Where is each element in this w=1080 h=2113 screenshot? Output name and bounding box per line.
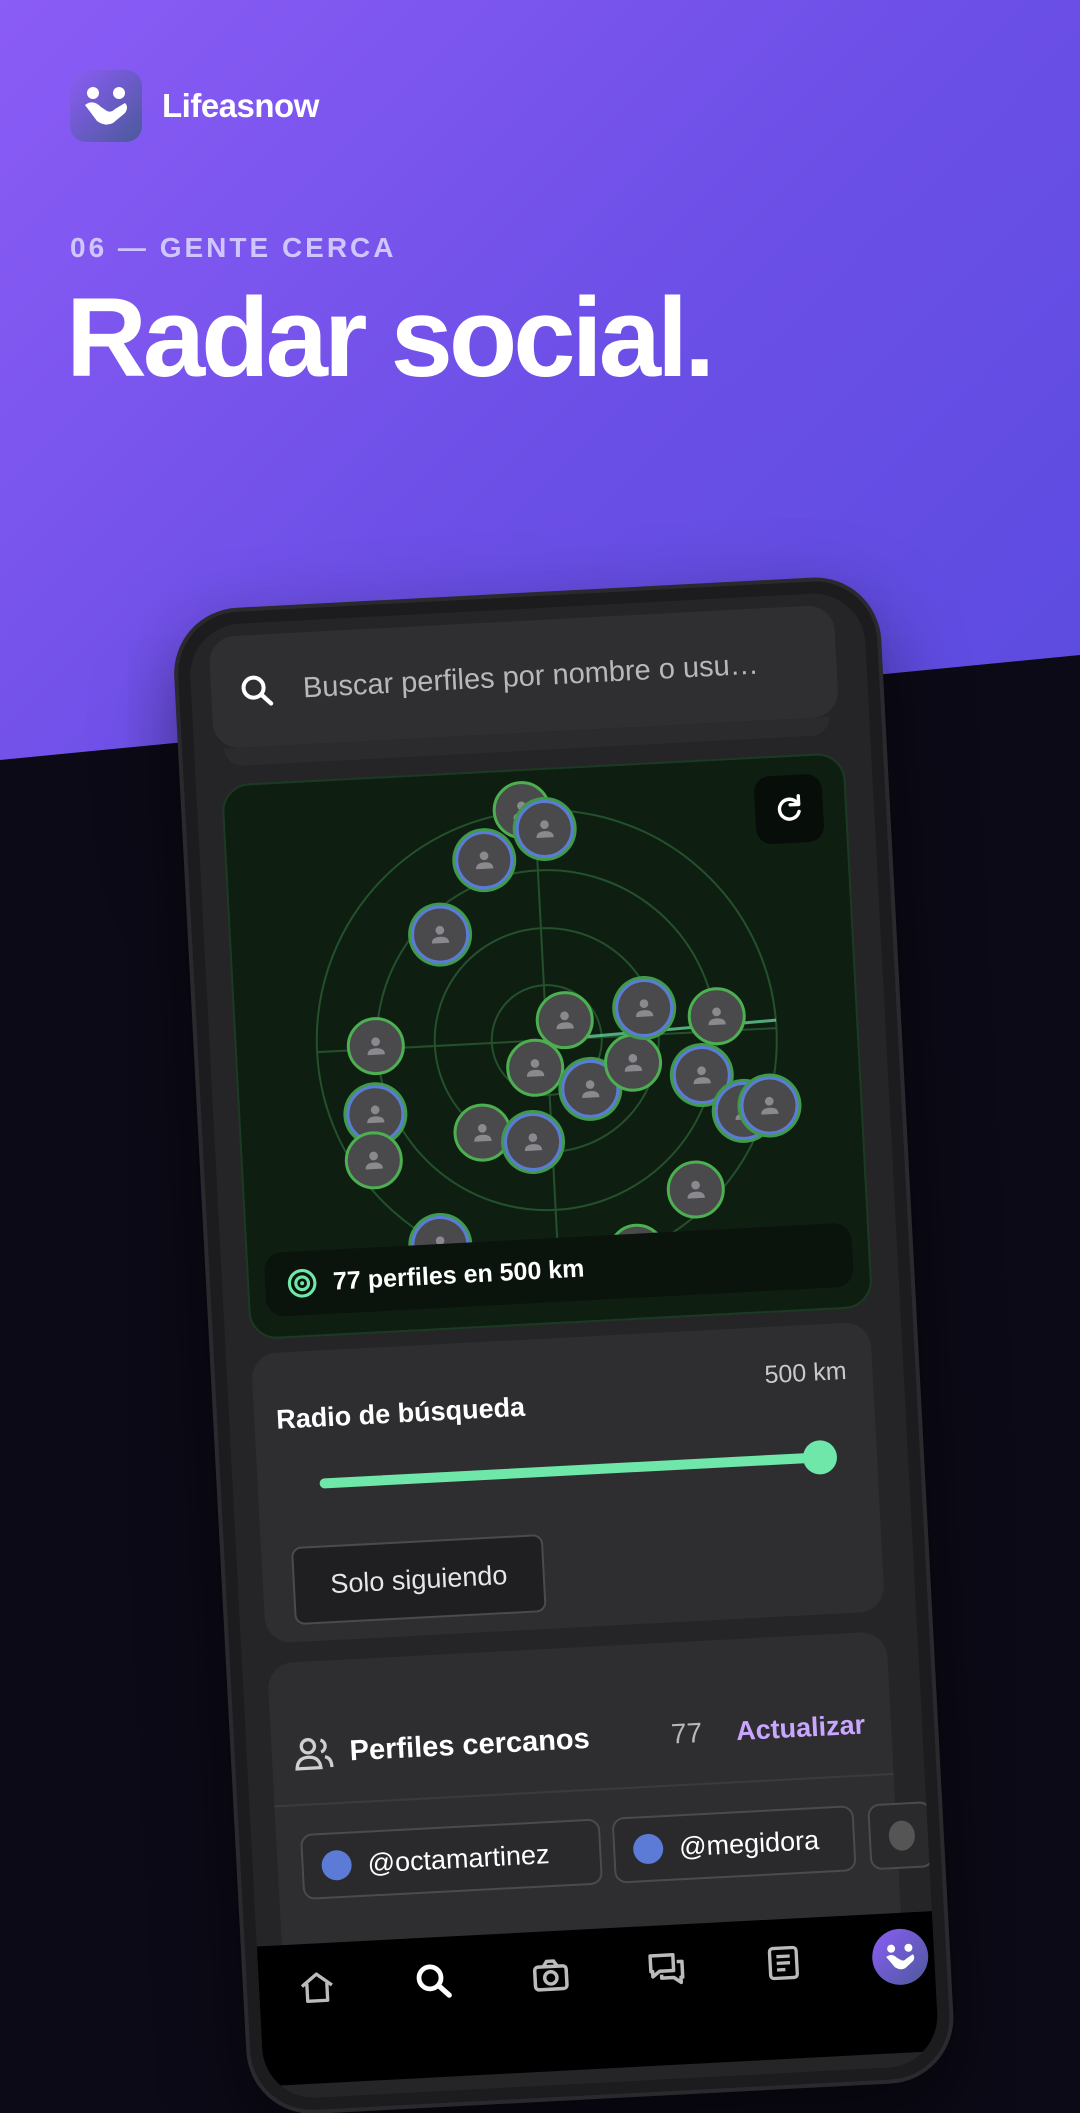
person-icon xyxy=(362,1032,389,1059)
search-input[interactable]: Buscar perfiles por nombre o usu… xyxy=(302,646,803,705)
avatar xyxy=(888,1820,916,1851)
phone-mockup: Buscar perfiles por nombre o usu… xyxy=(175,578,953,2113)
person-icon xyxy=(471,846,498,873)
person-icon xyxy=(426,921,453,948)
person-icon xyxy=(360,1147,387,1174)
refresh-button[interactable] xyxy=(753,773,824,844)
username: @octamartinez xyxy=(367,1839,550,1879)
radius-label: Radio de búsqueda xyxy=(275,1392,525,1436)
person-icon xyxy=(519,1128,546,1155)
person-icon xyxy=(688,1061,715,1088)
person-icon xyxy=(551,1006,578,1033)
chat-icon[interactable] xyxy=(637,1940,696,1999)
person-icon xyxy=(577,1075,604,1102)
user-chip[interactable]: @octamartinez xyxy=(300,1818,603,1900)
radius-value: 500 km xyxy=(764,1357,847,1390)
brand: Lifeasnow xyxy=(70,70,319,142)
phone-screen: Buscar perfiles por nombre o usu… xyxy=(188,591,940,2100)
person-icon xyxy=(531,815,558,842)
person-icon xyxy=(703,1003,730,1030)
hands-logo-icon xyxy=(70,70,142,142)
avatar xyxy=(632,1833,664,1865)
person-icon xyxy=(522,1054,549,1081)
camera-icon[interactable] xyxy=(521,1946,580,2005)
person-icon xyxy=(631,994,658,1021)
radius-panel: Radio de búsqueda 500 km Solo siguiendo xyxy=(251,1322,885,1644)
update-button[interactable]: Actualizar xyxy=(735,1709,865,1747)
radius-slider-thumb[interactable] xyxy=(802,1440,838,1476)
radar-panel[interactable]: 77 perfiles en 500 km xyxy=(221,752,873,1340)
person-icon xyxy=(469,1119,496,1146)
person-icon xyxy=(362,1101,389,1128)
hero-title: Radar social. xyxy=(66,282,711,394)
user-chip[interactable] xyxy=(867,1801,934,1870)
user-chip[interactable]: @megidora xyxy=(612,1805,857,1884)
search-icon xyxy=(236,670,278,712)
radius-slider[interactable] xyxy=(319,1452,819,1488)
username: @megidora xyxy=(678,1824,819,1862)
refresh-icon xyxy=(771,791,807,827)
person-icon xyxy=(619,1049,646,1076)
people-icon xyxy=(291,1730,337,1776)
brand-name: Lifeasnow xyxy=(162,87,319,125)
search-icon[interactable] xyxy=(404,1952,463,2011)
radar-icon xyxy=(284,1265,320,1301)
section-eyebrow: 06 — GENTE CERCA xyxy=(70,232,397,264)
home-icon[interactable] xyxy=(288,1958,347,2017)
person-icon xyxy=(756,1092,783,1119)
avatar xyxy=(321,1849,353,1881)
nearby-count: 77 xyxy=(670,1717,703,1751)
nearby-header: Perfiles cercanos 77 Actualizar xyxy=(290,1694,872,1784)
following-only-filter[interactable]: Solo siguiendo xyxy=(291,1534,547,1625)
feed-icon[interactable] xyxy=(754,1934,813,1993)
person-icon xyxy=(682,1176,709,1203)
profile-icon[interactable] xyxy=(870,1927,929,1986)
radar-status-text: 77 perfiles en 500 km xyxy=(332,1254,585,1296)
nearby-title: Perfiles cercanos xyxy=(349,1722,591,1768)
